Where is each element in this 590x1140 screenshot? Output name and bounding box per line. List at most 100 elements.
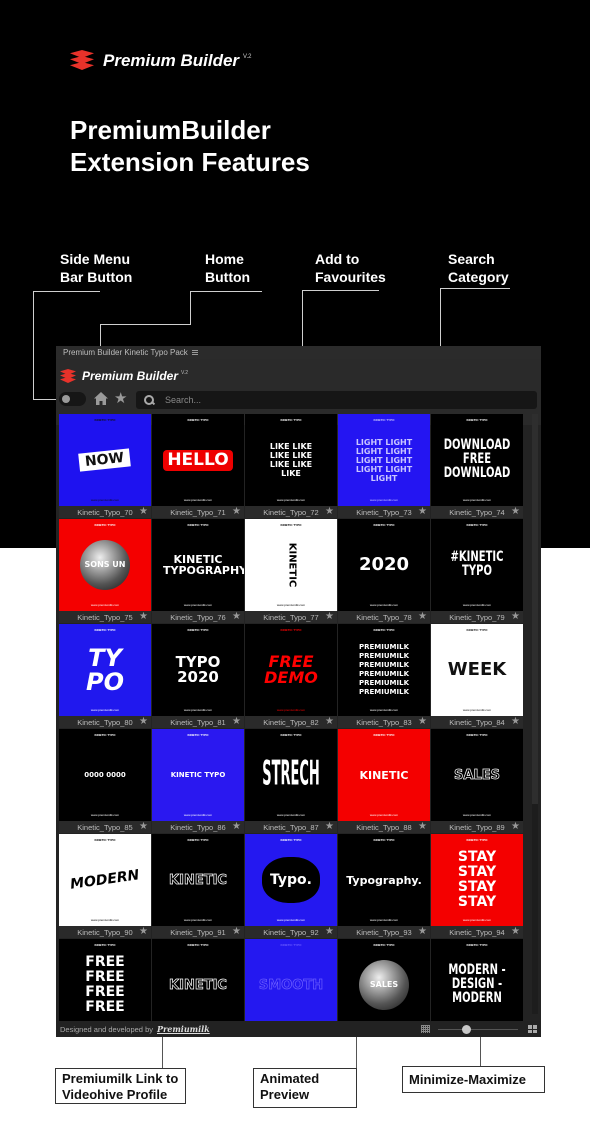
template-thumbnail[interactable]: KINETIC TYPO LIGHT LIGHT LIGHT LIGHT LIGH… xyxy=(338,414,430,506)
template-thumbnail[interactable]: KINETIC TYPOFREE FREE FREE FREEwww.premi… xyxy=(59,939,151,1031)
template-item[interactable]: KINETIC TYPO 0000 0000 www.premiumilk.com K… xyxy=(59,729,151,833)
template-item[interactable]: KINETIC TYPO WEEK www.premiumilk.com Kineti… xyxy=(431,624,523,728)
template-item[interactable]: KINETIC TYPO PREMIUMILK PREMIUMILK PREMIU… xyxy=(338,624,430,728)
template-item[interactable]: KINETIC TYPO STAY STAY STAY STAY www.premi… xyxy=(431,834,523,938)
template-thumbnail[interactable]: KINETIC TYPO KINETIC TYPO www.premiumilk.c… xyxy=(152,729,244,821)
side-menu-toggle[interactable] xyxy=(59,392,86,406)
template-thumbnail[interactable]: KINETIC TYPO WEEK www.premiumilk.com xyxy=(431,624,523,716)
template-item[interactable]: KINETIC TYPOSALESwww.premiumilk.comKinet… xyxy=(431,729,523,833)
template-thumbnail[interactable]: KINETIC TYPO PREMIUMILK PREMIUMILK PREMIU… xyxy=(338,624,430,716)
template-thumbnail[interactable]: KINETIC TYPOMODERN - DESIGN - MODERNwww.… xyxy=(431,939,523,1031)
add-favourite-star-icon[interactable]: ★ xyxy=(511,821,520,833)
template-thumbnail[interactable]: KINETIC TYPOSALESwww.premiumilk.com xyxy=(431,729,523,821)
template-item[interactable]: KINETIC TYPO HELLO www.premiumilk.com Kinet… xyxy=(152,414,244,518)
add-favourite-star-icon[interactable]: ★ xyxy=(325,506,334,518)
template-item[interactable]: KINETIC TYPOSALESwww.premiumilk.comKinet… xyxy=(338,939,430,1031)
add-favourite-star-icon[interactable]: ★ xyxy=(418,926,427,938)
template-item[interactable]: KINETIC TYPOFREE FREE FREE FREEwww.premi… xyxy=(59,939,151,1031)
template-item[interactable]: KINETIC TYPO SONS UN www.premiumilk.com Kin… xyxy=(59,519,151,623)
add-favourite-star-icon[interactable]: ★ xyxy=(232,611,241,623)
template-item[interactable]: KINETIC TYPO #KINETIC TYPO www.premiumilk.… xyxy=(431,519,523,623)
template-item[interactable]: KINETIC TYPO Typography. www.premiumilk.co… xyxy=(338,834,430,938)
template-item[interactable]: KINETIC TYPOSMOOTHwww.premiumilk.comKine… xyxy=(245,939,337,1031)
search-bar[interactable] xyxy=(136,391,537,409)
template-thumbnail[interactable]: KINETIC TYPOKINETICwww.premiumilk.com xyxy=(152,834,244,926)
template-item[interactable]: KINETIC TYPO NOW www.premiumilk.com Kinetic… xyxy=(59,414,151,518)
template-thumbnail[interactable]: KINETIC TYPOKINETICwww.premiumilk.com xyxy=(245,519,337,611)
template-thumbnail[interactable]: KINETIC TYPOSALESwww.premiumilk.com xyxy=(338,939,430,1031)
template-thumbnail[interactable]: KINETIC TYPOKINETICwww.premiumilk.com xyxy=(338,729,430,821)
template-item[interactable]: KINETIC TYPO LIKE LIKE LIKE LIKE LIKE LIK… xyxy=(245,414,337,518)
add-favourite-star-icon[interactable]: ★ xyxy=(325,821,334,833)
template-thumbnail[interactable]: KINETIC TYPO TYPO 2020 www.premiumilk.com xyxy=(152,624,244,716)
add-favourite-star-icon[interactable]: ★ xyxy=(139,926,148,938)
template-thumbnail[interactable]: KINETIC TYPO FREE DEMO www.premiumilk.com xyxy=(245,624,337,716)
template-item[interactable]: KINETIC TYPO KINETIC TYPOGRAPHY www.premiu… xyxy=(152,519,244,623)
add-favourite-star-icon[interactable]: ★ xyxy=(232,506,241,518)
add-favourite-star-icon[interactable]: ★ xyxy=(325,716,334,728)
add-favourite-star-icon[interactable]: ★ xyxy=(232,926,241,938)
template-thumbnail[interactable]: KINETIC TYPO Typo. www.premiumilk.com xyxy=(245,834,337,926)
template-item[interactable]: KINETIC TYPO TYPO 2020 www.premiumilk.com K… xyxy=(152,624,244,728)
template-thumbnail[interactable]: KINETIC TYPO 2020 www.premiumilk.com xyxy=(338,519,430,611)
template-item[interactable]: KINETIC TYPO KINETIC TYPO www.premiumilk.c… xyxy=(152,729,244,833)
add-favourite-star-icon[interactable]: ★ xyxy=(139,506,148,518)
slider-knob[interactable] xyxy=(462,1025,471,1034)
premiumilk-link[interactable]: Premiumilk xyxy=(157,1024,210,1034)
add-favourite-star-icon[interactable]: ★ xyxy=(511,611,520,623)
template-item[interactable]: KINETIC TYPO TY PO www.premiumilk.com Kinet… xyxy=(59,624,151,728)
template-thumbnail[interactable]: KINETIC TYPO STAY STAY STAY STAY www.premi… xyxy=(431,834,523,926)
add-favourite-star-icon[interactable]: ★ xyxy=(418,611,427,623)
home-icon[interactable] xyxy=(94,392,108,405)
add-favourite-star-icon[interactable]: ★ xyxy=(418,506,427,518)
template-thumbnail[interactable]: KINETIC TYPO HELLO www.premiumilk.com xyxy=(152,414,244,506)
template-thumbnail[interactable]: KINETIC TYPO #KINETIC TYPO www.premiumilk.… xyxy=(431,519,523,611)
add-favourite-star-icon[interactable]: ★ xyxy=(139,716,148,728)
favourites-star-icon[interactable]: ★ xyxy=(114,391,127,406)
template-thumbnail[interactable]: KINETIC TYPO LIKE LIKE LIKE LIKE LIKE LIK… xyxy=(245,414,337,506)
add-favourite-star-icon[interactable]: ★ xyxy=(418,716,427,728)
template-thumbnail[interactable]: KINETIC TYPO NOW www.premiumilk.com xyxy=(59,414,151,506)
template-item[interactable]: KINETIC TYPO FREE DEMO www.premiumilk.com K… xyxy=(245,624,337,728)
scrollbar[interactable] xyxy=(532,414,538,1014)
template-thumbnail[interactable]: KINETIC TYPO KINETIC TYPOGRAPHY www.premiu… xyxy=(152,519,244,611)
add-favourite-star-icon[interactable]: ★ xyxy=(511,506,520,518)
add-favourite-star-icon[interactable]: ★ xyxy=(232,821,241,833)
large-grid-icon[interactable] xyxy=(528,1025,537,1033)
template-thumbnail[interactable]: KINETIC TYPO TY PO www.premiumilk.com xyxy=(59,624,151,716)
add-favourite-star-icon[interactable]: ★ xyxy=(325,926,334,938)
template-item[interactable]: KINETIC TYPO STRECH www.premiumilk.com Kine… xyxy=(245,729,337,833)
template-item[interactable]: KINETIC TYPOMODERN - DESIGN - MODERNwww.… xyxy=(431,939,523,1031)
template-item[interactable]: KINETIC TYPO LIGHT LIGHT LIGHT LIGHT LIGH… xyxy=(338,414,430,518)
template-thumbnail[interactable]: KINETIC TYPO Typography. www.premiumilk.co… xyxy=(338,834,430,926)
add-favourite-star-icon[interactable]: ★ xyxy=(139,821,148,833)
search-input[interactable] xyxy=(165,395,525,405)
template-thumbnail[interactable]: KINETIC TYPO STRECH www.premiumilk.com xyxy=(245,729,337,821)
add-favourite-star-icon[interactable]: ★ xyxy=(139,611,148,623)
template-item[interactable]: KINETIC TYPO 2020 www.premiumilk.com Kineti… xyxy=(338,519,430,623)
template-item[interactable]: KINETIC TYPO DOWNLOAD FREE DOWNLOAD www.pr… xyxy=(431,414,523,518)
add-favourite-star-icon[interactable]: ★ xyxy=(418,821,427,833)
template-thumbnail[interactable]: KINETIC TYPOSMOOTHwww.premiumilk.com xyxy=(245,939,337,1031)
thumbnail-size-slider[interactable] xyxy=(438,1025,518,1034)
thumbnail-url: www.premiumilk.com xyxy=(369,813,399,817)
template-thumbnail[interactable]: KINETIC TYPO MODERN www.premiumilk.com xyxy=(59,834,151,926)
template-thumbnail[interactable]: KINETIC TYPO 0000 0000 www.premiumilk.com xyxy=(59,729,151,821)
template-item[interactable]: KINETIC TYPOKINETICwww.premiumilk.comKin… xyxy=(245,519,337,623)
template-item[interactable]: KINETIC TYPOKINETICwww.premiumilk.comKin… xyxy=(338,729,430,833)
scrollbar-thumb[interactable] xyxy=(532,414,538,804)
template-thumbnail[interactable]: KINETIC TYPOKINETICwww.premiumilk.com xyxy=(152,939,244,1031)
add-favourite-star-icon[interactable]: ★ xyxy=(325,611,334,623)
small-grid-icon[interactable] xyxy=(421,1025,430,1033)
template-item[interactable]: KINETIC TYPO Typo. www.premiumilk.com Kinet… xyxy=(245,834,337,938)
template-item[interactable]: KINETIC TYPOKINETICwww.premiumilk.comKin… xyxy=(152,939,244,1031)
add-favourite-star-icon[interactable]: ★ xyxy=(232,716,241,728)
template-item[interactable]: KINETIC TYPO MODERN www.premiumilk.com Kine… xyxy=(59,834,151,938)
template-item[interactable]: KINETIC TYPOKINETICwww.premiumilk.comKin… xyxy=(152,834,244,938)
add-favourite-star-icon[interactable]: ★ xyxy=(511,926,520,938)
add-favourite-star-icon[interactable]: ★ xyxy=(511,716,520,728)
panel-tab[interactable]: Premium Builder Kinetic Typo Pack xyxy=(56,346,541,359)
template-thumbnail[interactable]: KINETIC TYPO SONS UN www.premiumilk.com xyxy=(59,519,151,611)
template-thumbnail[interactable]: KINETIC TYPO DOWNLOAD FREE DOWNLOAD www.pr… xyxy=(431,414,523,506)
panel-menu-icon[interactable] xyxy=(191,350,198,355)
